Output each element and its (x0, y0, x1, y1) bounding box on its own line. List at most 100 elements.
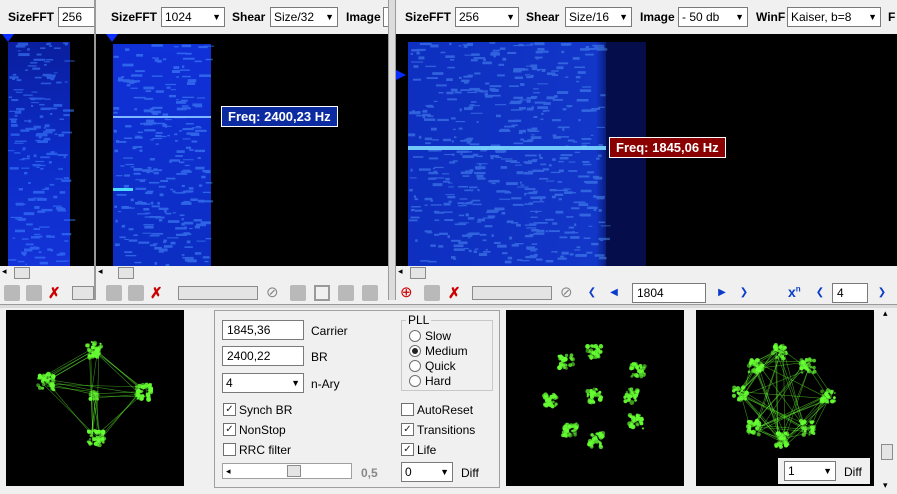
play-left-icon[interactable]: ◀ (606, 285, 622, 301)
scroll-left-icon[interactable]: ◂ (98, 266, 103, 277)
block-icon[interactable]: ⊘ (560, 283, 573, 301)
snapshot-icon[interactable] (4, 285, 20, 301)
constellation-2[interactable] (506, 310, 684, 486)
radio-button[interactable] (409, 360, 421, 372)
pane3-winf-label: WinF (756, 10, 786, 24)
pane2-scroll-thumb[interactable] (118, 267, 134, 279)
pane3-shear-label: Shear (526, 10, 560, 24)
copy-icon[interactable] (128, 285, 144, 301)
checkbox-box[interactable]: ✓ (401, 423, 414, 436)
chevron-down-icon: ▼ (823, 466, 832, 476)
prev-arrow-icon[interactable]: ❮ (812, 285, 828, 301)
power-icon[interactable]: xn (788, 284, 801, 300)
checkbox-box[interactable]: ✓ (223, 423, 236, 436)
scroll-left-icon[interactable]: ◂ (398, 266, 403, 277)
prev-arrow-icon[interactable]: ❮ (584, 285, 600, 301)
checkbox-box[interactable]: ✓ (223, 403, 236, 416)
power-field[interactable]: 4 (832, 283, 868, 303)
chevron-down-icon: ▼ (506, 12, 515, 22)
pane-divider[interactable] (388, 0, 396, 300)
pane3-hscroll[interactable]: ◂ (396, 266, 897, 280)
pane3-winf-select[interactable]: Kaiser, b=8 ▼ (787, 7, 881, 27)
nary-select[interactable]: 4 ▼ (222, 373, 304, 393)
checkbox-box[interactable] (401, 403, 414, 416)
carrier-field[interactable]: 1845,36 (222, 320, 304, 340)
pane1-hscroll[interactable]: ◂ (0, 266, 94, 280)
delete-icon[interactable]: ✗ (150, 284, 163, 302)
pane3-image-label: Image (640, 10, 675, 24)
pane3-sizefft-label: SizeFFT (405, 10, 452, 24)
pane1-sizefft-select[interactable]: 256 (58, 7, 98, 27)
pane2-contrast-slider[interactable] (178, 286, 258, 300)
pane2-tools: ✗ ⊘ (96, 282, 388, 304)
snapshot-icon[interactable] (106, 285, 122, 301)
delete-icon[interactable]: ✗ (48, 284, 61, 302)
checkbox-box[interactable] (223, 443, 236, 456)
pll-option-label: Medium (425, 344, 468, 358)
pane2-shear-select[interactable]: Size/32 ▼ (270, 7, 338, 27)
frame-icon[interactable] (314, 285, 330, 301)
right-vscroll-thumb[interactable] (881, 444, 893, 460)
copy-icon[interactable] (424, 285, 440, 301)
pane3-scroll-thumb[interactable] (410, 267, 426, 279)
nary-label: n-Ary (311, 377, 340, 391)
scroll-left-icon[interactable]: ◂ (226, 464, 231, 478)
zoom-icon[interactable]: ⊕ (400, 283, 413, 301)
scroll-down-icon[interactable]: ▾ (883, 480, 888, 491)
pane1-sizefft-label: SizeFFT (8, 10, 55, 24)
chevron-down-icon: ▼ (212, 12, 221, 22)
pane3-contrast-slider[interactable] (472, 286, 552, 300)
horizontal-divider[interactable] (0, 304, 897, 308)
pane3-tools: ⊕ ✗ ⊘ ❮ ◀ 1804 ▶ ❯ xn ❮ 4 ❯ (396, 282, 897, 304)
chevron-down-icon: ▼ (325, 12, 334, 22)
scroll-left-icon[interactable]: ◂ (2, 266, 7, 277)
chevron-down-icon: ▼ (735, 12, 744, 22)
copy-icon[interactable] (26, 285, 42, 301)
camera-icon[interactable] (290, 285, 306, 301)
br-field[interactable]: 2400,22 (222, 346, 304, 366)
constellation-2-plot (542, 343, 647, 450)
next-arrow-icon[interactable]: ❯ (736, 285, 752, 301)
gain-slider-thumb[interactable] (287, 465, 301, 477)
save-icon[interactable] (362, 285, 378, 301)
play-right-icon[interactable]: ▶ (714, 285, 730, 301)
checkbox-box[interactable]: ✓ (401, 443, 414, 456)
diff-label: Diff (461, 466, 479, 480)
pane1-scroll-thumb[interactable] (14, 267, 30, 279)
scroll-up-icon[interactable]: ▴ (883, 308, 888, 319)
chevron-down-icon: ▼ (868, 12, 877, 22)
constellation-3-diff-select[interactable]: 1 ▼ (784, 461, 836, 481)
right-vscroll[interactable]: ▴ ▾ (880, 308, 894, 494)
block-icon[interactable]: ⊘ (266, 283, 279, 301)
constellation-3-diff-label: Diff (844, 465, 862, 479)
pane2-waterfall (106, 34, 215, 266)
pane3-sizefft-select[interactable]: 256 ▼ (455, 7, 519, 27)
constellation-1[interactable] (6, 310, 184, 486)
folder-icon[interactable] (338, 285, 354, 301)
pane3-image-select[interactable]: - 50 db ▼ (678, 7, 748, 27)
pane2-freq-tag: Freq: 2400,23 Hz (221, 106, 338, 127)
position-field[interactable]: 1804 (632, 283, 706, 303)
delete-icon[interactable]: ✗ (448, 284, 461, 302)
pane3-marker-icon (396, 70, 406, 80)
pane1-spectrum[interactable] (0, 34, 94, 266)
pane2-shear-label: Shear (232, 10, 266, 24)
pane2-hscroll[interactable]: ◂ (96, 266, 388, 280)
chevron-down-icon: ▼ (291, 378, 300, 388)
pane2-sizefft-select[interactable]: 1024 ▼ (161, 7, 225, 27)
gain-slider[interactable]: ◂ (222, 463, 352, 479)
pane3-shear-select[interactable]: Size/16 ▼ (565, 7, 632, 27)
next-arrow-icon[interactable]: ❯ (874, 285, 890, 301)
pane1-marker-icon (2, 34, 14, 42)
pane2-spectrum[interactable] (96, 34, 388, 266)
radio-button[interactable] (409, 345, 421, 357)
diff-select[interactable]: 0 ▼ (401, 462, 453, 482)
pll-option-label: Hard (425, 374, 452, 388)
pane2-marker-icon (106, 34, 118, 42)
pll-option-label: Slow (425, 329, 452, 343)
radio-button[interactable] (409, 375, 421, 387)
radio-button[interactable] (409, 330, 421, 342)
gain-value: 0,5 (361, 466, 378, 480)
pane3-freq-tag: Freq: 1845,06 Hz (609, 137, 726, 158)
pane1-contrast-slider[interactable] (72, 286, 94, 300)
